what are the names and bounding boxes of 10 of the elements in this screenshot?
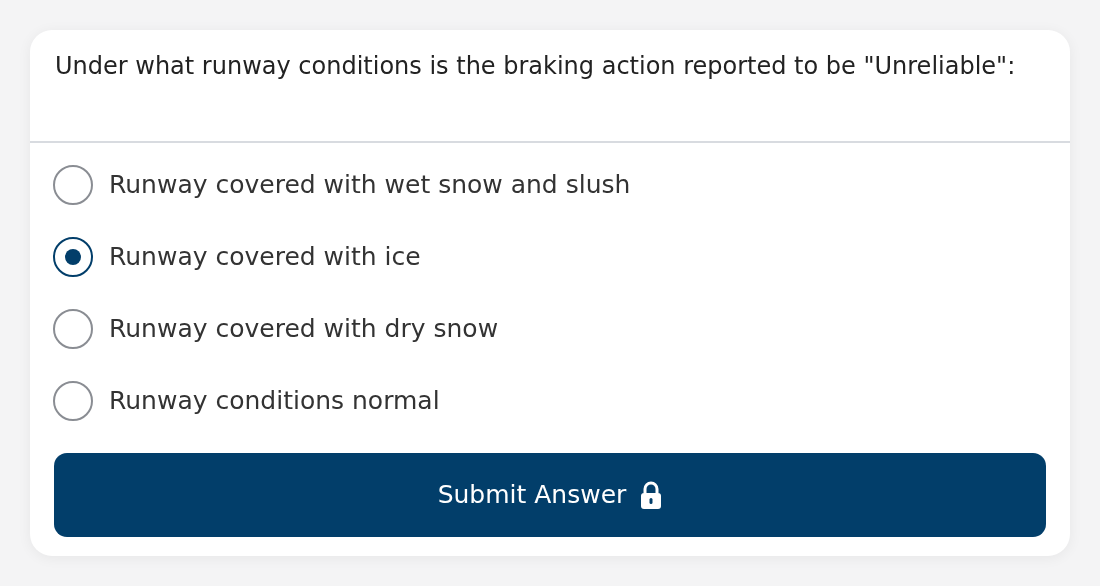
option-label: Runway covered with wet snow and slush: [109, 169, 631, 202]
radio-button[interactable]: [53, 237, 93, 277]
submit-button[interactable]: Submit Answer: [54, 453, 1046, 537]
question-text: Under what runway conditions is the braking action reported to be "Unreliable":: [30, 30, 1070, 143]
option-label: Runway covered with dry snow: [109, 313, 499, 346]
radio-button[interactable]: [53, 381, 93, 421]
radio-button[interactable]: [53, 309, 93, 349]
option-label: Runway conditions normal: [109, 385, 440, 418]
radio-button[interactable]: [53, 165, 93, 205]
option-label: Runway covered with ice: [109, 241, 421, 274]
